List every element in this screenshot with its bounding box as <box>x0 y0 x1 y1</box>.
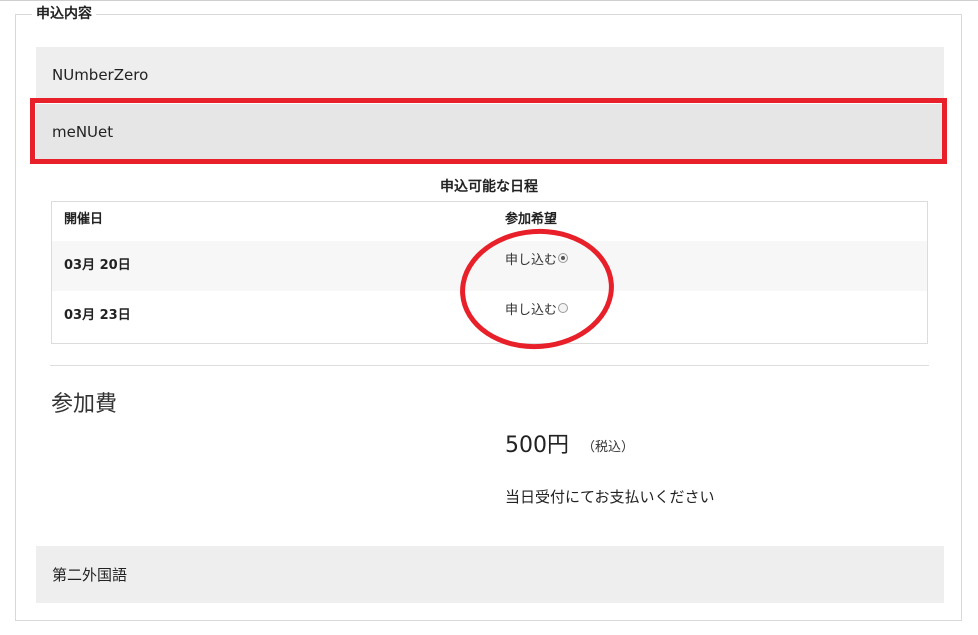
apply-option-0323[interactable]: 申し込む <box>505 302 569 320</box>
schedule-title: 申込可能な日程 <box>440 179 538 195</box>
section-divider <box>50 365 929 366</box>
payment-note: 当日受付にてお支払いください <box>505 488 715 506</box>
radio-button-checked[interactable] <box>558 253 569 263</box>
apply-label: 申し込む <box>505 253 558 268</box>
course-label: meNUet <box>52 123 114 141</box>
course-item-second-language[interactable]: 第二外国語 <box>36 546 944 603</box>
table-row-date: 03月 20日 <box>64 258 131 273</box>
radio-button-unchecked[interactable] <box>558 303 569 313</box>
course-item-menuet[interactable]: meNUet <box>36 104 944 160</box>
course-item-numberzero[interactable]: NUmberZero <box>36 47 944 103</box>
apply-option-0320[interactable]: 申し込む <box>505 252 569 270</box>
course-label: NUmberZero <box>52 66 149 84</box>
course-label: 第二外国語 <box>52 566 128 584</box>
table-row-date: 03月 23日 <box>64 308 131 323</box>
fieldset-legend: 申込内容 <box>32 6 96 22</box>
column-header-wish: 参加希望 <box>505 212 558 227</box>
table-row-shade <box>52 241 927 291</box>
fee-amount: 500円 <box>505 433 569 458</box>
apply-label: 申し込む <box>505 303 558 318</box>
fee-heading: 参加費 <box>51 392 118 417</box>
page-top-border <box>0 0 978 1</box>
column-header-date: 開催日 <box>64 212 104 227</box>
fee-tax-note: （税込） <box>582 440 635 455</box>
